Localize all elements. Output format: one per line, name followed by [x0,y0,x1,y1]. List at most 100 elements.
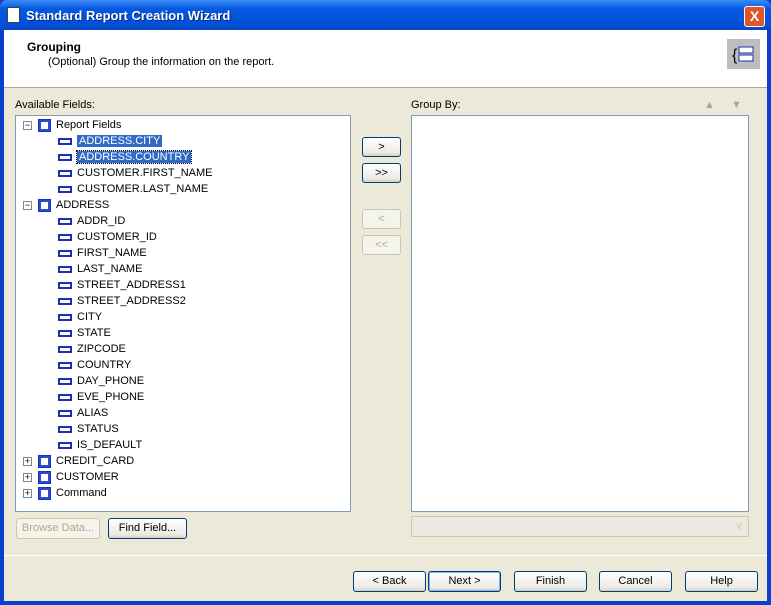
tree-item-label: CUSTOMER [56,471,119,483]
move-down-icon[interactable]: ▼ [731,99,742,111]
cancel-button[interactable]: Cancel [599,571,672,592]
field-icon [58,393,72,401]
tree-item-label: ZIPCODE [77,343,126,355]
tree-item[interactable]: − Report Fields [23,117,121,133]
help-button[interactable]: Help [685,571,758,592]
tree-item-label: STATE [77,327,111,339]
tree-item[interactable]: + Command [23,485,107,501]
tree-item-label: Report Fields [56,119,122,131]
field-icon [58,409,72,417]
tree-item-label: STREET_ADDRESS2 [77,295,186,307]
tree-item-label: CITY [77,311,103,323]
tree-item[interactable]: FIRST_NAME [58,245,147,261]
collapse-icon[interactable]: − [23,200,32,210]
group-by-list[interactable] [411,115,749,512]
tree-item[interactable]: ADDR_ID [58,213,125,229]
field-icon [58,249,72,257]
field-icon [58,185,72,193]
back-button[interactable]: < Back [353,571,426,592]
tree-item[interactable]: IS_DEFAULT [58,437,142,453]
tree-item-label: EVE_PHONE [77,391,145,403]
tree-item-label: ADDRESS [56,199,110,211]
tree-item[interactable]: ADDRESS.CITY [58,133,163,149]
tree-item[interactable]: CUSTOMER.FIRST_NAME [58,165,212,181]
divider [4,555,767,556]
table-icon [38,470,51,484]
tree-item-label: ADDRESS.CITY [77,135,163,147]
tree-item-label: CREDIT_CARD [56,455,135,467]
next-button[interactable]: Next > [428,571,501,592]
tree-item-label: LAST_NAME [77,263,143,275]
tree-item[interactable]: + CREDIT_CARD [23,453,134,469]
tree-item[interactable]: ADDRESS.COUNTRY [58,149,193,165]
finish-button[interactable]: Finish [514,571,587,592]
field-icon [58,169,72,177]
tree-item-label: FIRST_NAME [77,247,147,259]
field-icon [58,137,72,145]
tree-item[interactable]: CUSTOMER_ID [58,229,157,245]
table-icon [38,454,51,468]
tree-item[interactable]: DAY_PHONE [58,373,144,389]
field-icon [58,281,72,289]
tree-item-label: COUNTRY [77,359,132,371]
grouping-icon: { [727,39,760,69]
tree-item[interactable]: ZIPCODE [58,341,126,357]
expand-icon[interactable]: + [23,456,32,466]
tree-item-label: DAY_PHONE [77,375,145,387]
field-icon [58,441,72,449]
field-icon [58,361,72,369]
tree-item[interactable]: LAST_NAME [58,261,142,277]
collapse-icon[interactable]: − [23,120,32,130]
browse-data-button[interactable]: Browse Data... [16,518,100,539]
tree-item[interactable]: STATUS [58,421,119,437]
tree-item-label: Command [56,487,107,499]
move-up-icon[interactable]: ▲ [704,99,715,111]
field-icon [58,153,72,161]
tree-item[interactable]: + CUSTOMER [23,469,119,485]
tree-item[interactable]: ALIAS [58,405,108,421]
tree-item[interactable]: STATE [58,325,111,341]
tree-item-label: CUSTOMER_ID [77,231,157,243]
tree-item[interactable]: COUNTRY [58,357,131,373]
field-icon [58,297,72,305]
tree-item[interactable]: CUSTOMER.LAST_NAME [58,181,208,197]
chevron-down-icon[interactable]: ∨ [731,518,747,535]
tree-item[interactable]: STREET_ADDRESS1 [58,277,186,293]
expand-icon[interactable]: + [23,472,32,482]
tree-item-label: ADDRESS.COUNTRY [75,150,193,164]
table-icon [38,486,51,500]
tree-item-label: CUSTOMER.FIRST_NAME [77,167,213,179]
field-icon [58,265,72,273]
tree-item-label: ADDR_ID [77,215,126,227]
available-fields-tree[interactable]: − Report Fields ADDRESS.CITY ADDRESS.COUNTR… [15,115,351,512]
tree-item-label: STATUS [77,423,119,435]
group-by-label: Group By: [411,99,461,111]
field-icon [58,217,72,225]
add-all-button[interactable]: >> [362,163,401,183]
field-icon [58,425,72,433]
tree-item[interactable]: STREET_ADDRESS2 [58,293,186,309]
remove-all-button[interactable]: << [362,235,401,255]
find-field-button[interactable]: Find Field... [108,518,187,539]
report-fields-icon [38,118,51,132]
table-icon [38,198,51,212]
page-subtitle: (Optional) Group the information on the … [48,56,275,68]
tree-item-label: STREET_ADDRESS1 [77,279,186,291]
sort-order-dropdown[interactable]: ∨ [411,516,749,537]
field-icon [58,329,72,337]
tree-item[interactable]: CITY [58,309,102,325]
add-button[interactable]: > [362,137,401,157]
close-button[interactable]: X [744,6,765,27]
tree-item[interactable]: − ADDRESS [23,197,109,213]
title-bar: Standard Report Creation Wizard X [0,0,771,30]
remove-button[interactable]: < [362,209,401,229]
window-title: Standard Report Creation Wizard [26,8,231,23]
svg-text:{: { [732,47,738,64]
field-icon [58,233,72,241]
page-title: Grouping [27,40,81,54]
field-icon [58,377,72,385]
expand-icon[interactable]: + [23,488,32,498]
field-icon [58,345,72,353]
tree-item[interactable]: EVE_PHONE [58,389,144,405]
app-icon [7,7,20,23]
